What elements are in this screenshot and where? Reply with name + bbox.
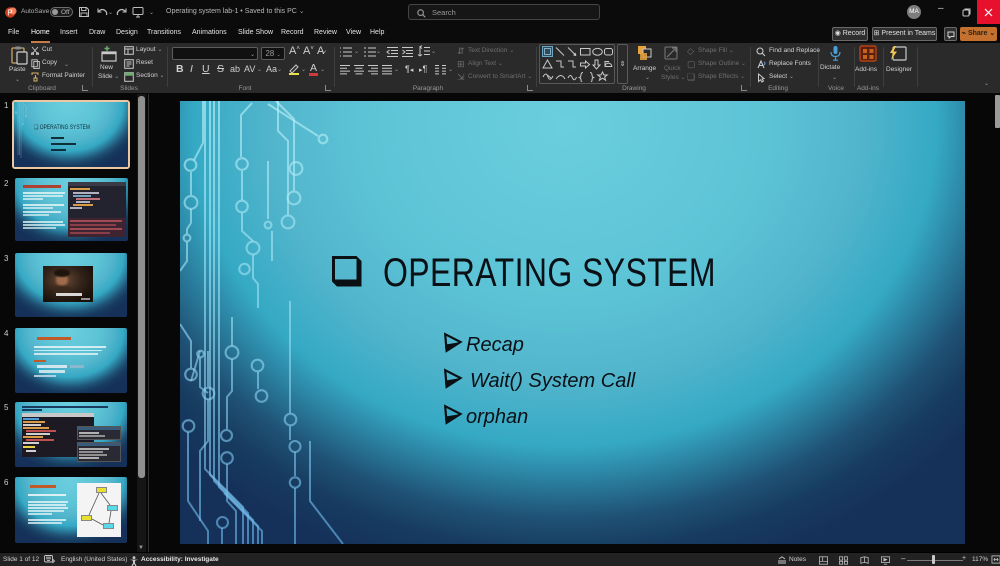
svg-text:P: P xyxy=(7,8,12,17)
